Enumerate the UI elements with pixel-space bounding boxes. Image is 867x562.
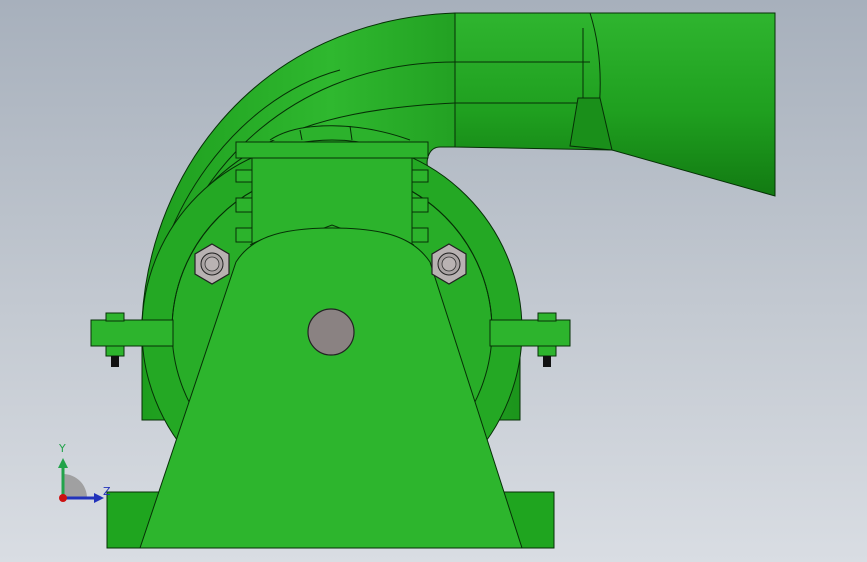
outlet-duct[interactable] [454, 12, 776, 197]
triad-plane-icon [63, 474, 87, 498]
triad-z-label: Z [103, 485, 111, 498]
cad-model-view[interactable] [0, 0, 867, 562]
graphics-viewport[interactable]: Y Z [0, 0, 867, 562]
coordinate-triad [58, 458, 104, 503]
origin-dot [59, 494, 67, 502]
triad-y-label: Y [59, 442, 66, 455]
shaft-end[interactable] [307, 308, 355, 356]
